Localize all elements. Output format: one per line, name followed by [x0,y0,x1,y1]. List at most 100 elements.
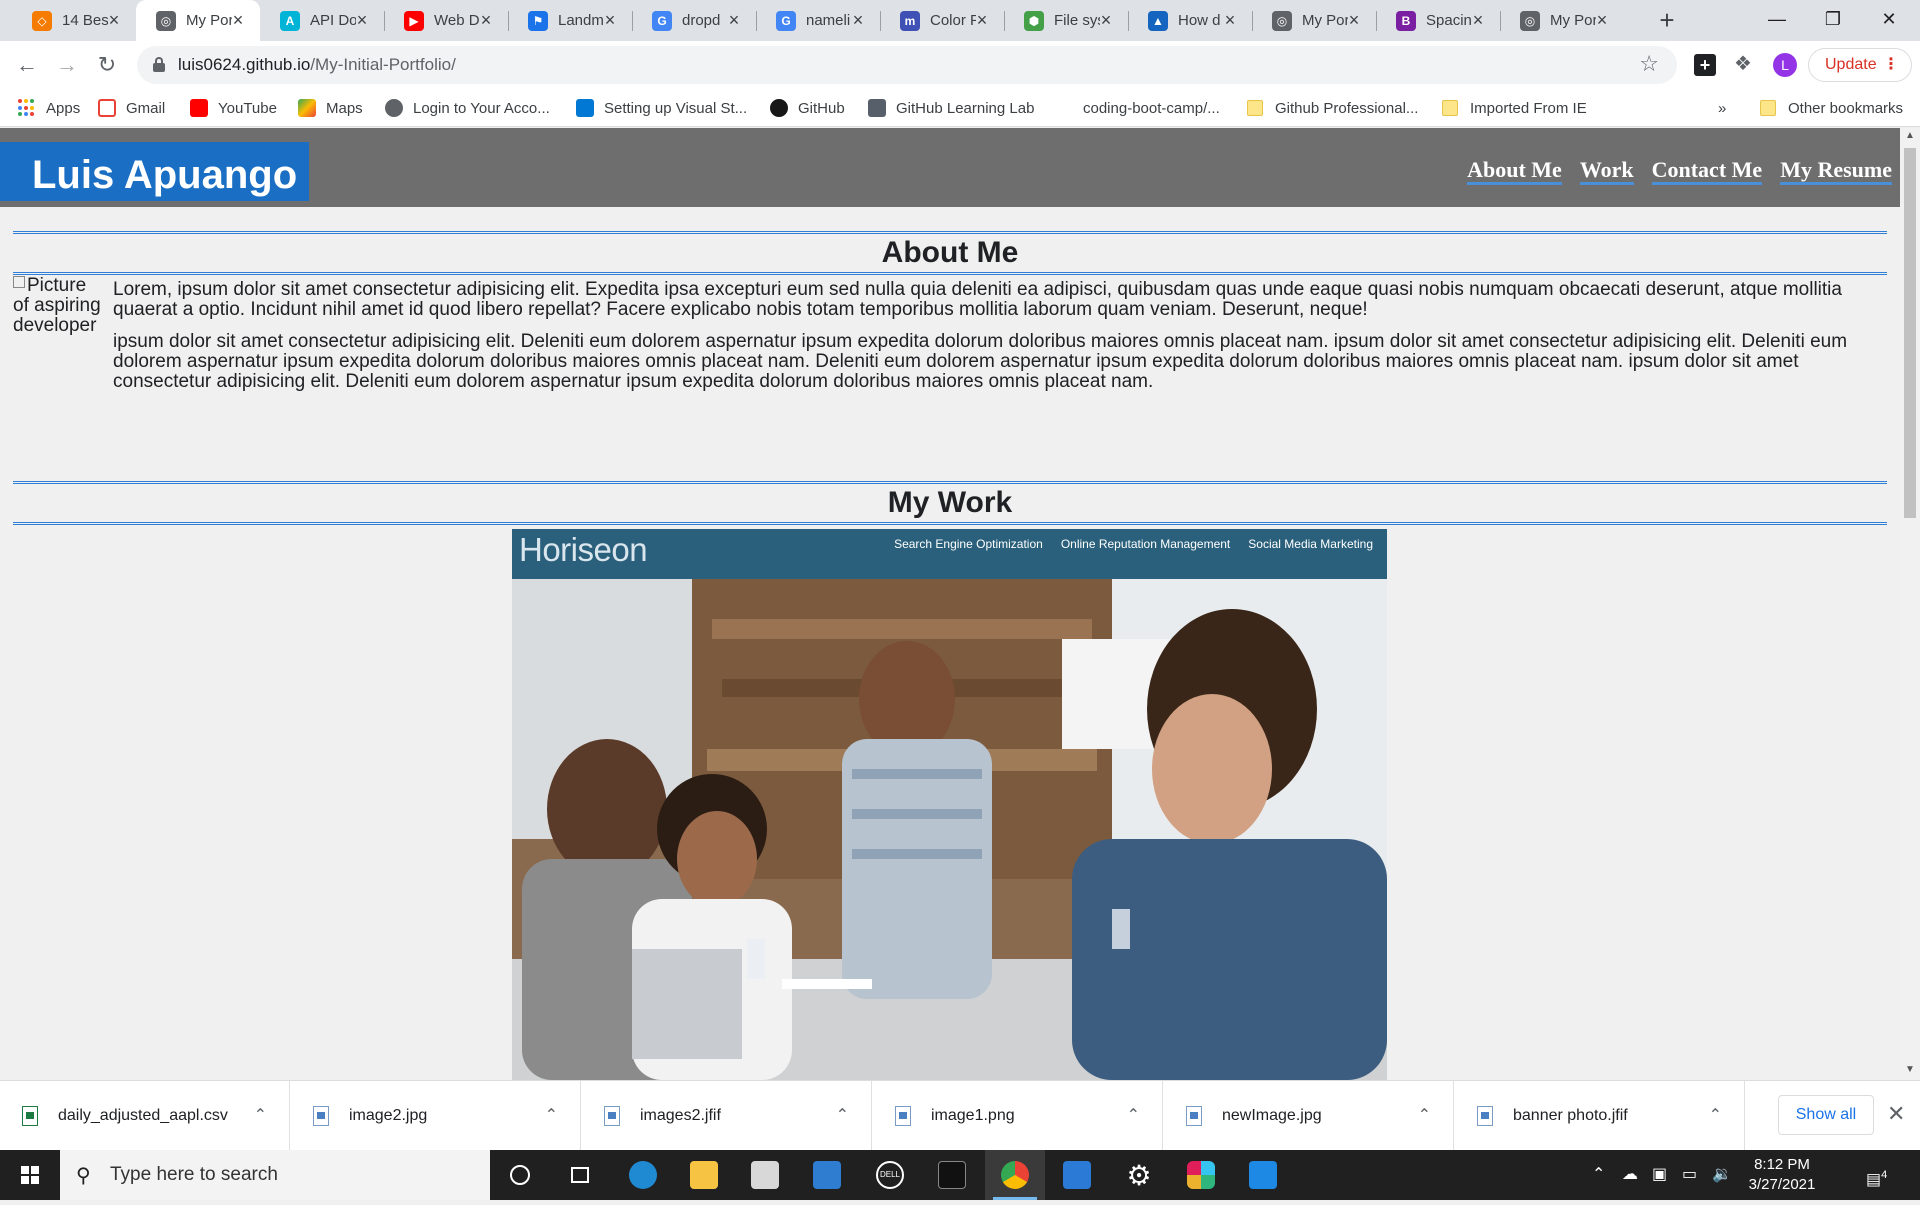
forward-button[interactable]: → [52,51,82,81]
bookmark-item[interactable]: GitHub Learning Lab [868,89,1034,127]
close-tab-icon[interactable]: × [724,10,744,30]
system-clock[interactable]: 8:12 PM 3/27/2021 [1742,1155,1822,1195]
chevron-up-icon[interactable]: ⌃ [1127,1105,1140,1125]
bookmark-item[interactable]: GitHub [770,89,845,127]
close-tab-icon[interactable]: × [1344,10,1364,30]
download-filename: image1.png [931,1107,1015,1124]
close-tab-icon[interactable]: × [972,10,992,30]
bookmarks-overflow-button[interactable]: » [1718,89,1726,127]
close-tab-icon[interactable]: × [1220,10,1240,30]
security-icon[interactable]: ▣ [1652,1150,1667,1200]
browser-tab[interactable]: ◇ 14 Best × [12,0,136,41]
battery-icon[interactable]: ▭ [1682,1150,1697,1200]
download-item[interactable]: images2.jfif ⌃ [582,1081,872,1151]
bookmark-item[interactable]: Setting up Visual St... [576,89,747,127]
extensions-puzzle-icon[interactable]: ❖ [1734,51,1752,76]
store-icon[interactable] [735,1150,795,1200]
mail-icon[interactable] [797,1150,857,1200]
nav-link-work[interactable]: Work [1579,158,1634,185]
dell-icon[interactable]: DELL [860,1150,920,1200]
bookmark-item[interactable]: Other bookmarks [1760,89,1903,127]
download-item[interactable]: banner photo.jfif ⌃ [1455,1081,1745,1151]
file-explorer-icon[interactable] [674,1150,734,1200]
bookmark-item[interactable]: Login to Your Acco... [385,89,550,127]
browser-tab[interactable]: ◎ My Por × [136,0,260,41]
terminal-icon[interactable] [922,1150,982,1200]
chevron-up-icon[interactable]: ⌃ [1709,1105,1722,1125]
chevron-up-icon[interactable]: ⌃ [836,1105,849,1125]
reload-button[interactable]: ↻ [92,51,122,81]
close-tab-icon[interactable]: × [104,10,124,30]
close-window-button[interactable]: ✕ [1866,0,1912,40]
browser-tab[interactable]: Gnameli × [756,0,880,41]
minimize-window-button[interactable]: — [1754,0,1800,40]
browser-tab[interactable]: ◎ My Por × [1252,0,1376,41]
back-button[interactable]: ← [12,51,42,81]
browser-tab[interactable]: ▲ How d × [1128,0,1252,41]
download-item[interactable]: daily_adjusted_aapl.csv ⌃ [0,1081,290,1151]
notepad-icon[interactable] [1047,1150,1107,1200]
bookmark-item[interactable]: YouTube [190,89,277,127]
bookmark-star-icon[interactable]: ☆ [1639,51,1659,77]
taskbar-search-box[interactable]: ⚲ Type here to search [60,1150,490,1200]
chevron-up-icon[interactable]: ⌃ [254,1105,267,1125]
notification-center-icon[interactable]: ▤4 [1866,1150,1887,1200]
browser-tab[interactable]: ⬢ File sys × [1004,0,1128,41]
bookmark-item[interactable]: Imported From IE [1442,89,1587,127]
browser-tab[interactable]: ⚑ Landm × [508,0,632,41]
edge-icon[interactable] [613,1150,673,1200]
slack-icon[interactable] [1171,1150,1231,1200]
close-tab-icon[interactable]: × [1096,10,1116,30]
close-tab-icon[interactable]: × [1468,10,1488,30]
bookmark-item[interactable]: Apps [18,89,80,127]
chevron-up-icon[interactable]: ⌃ [1418,1105,1431,1125]
nav-link-contact-me[interactable]: Contact Me [1651,158,1763,185]
bookmark-item[interactable]: Github Professional... [1247,89,1418,127]
photos-icon[interactable] [1233,1150,1293,1200]
download-item[interactable]: image1.png ⌃ [873,1081,1163,1151]
bookmark-item[interactable]: Maps [298,89,363,127]
download-item[interactable]: image2.jpg ⌃ [291,1081,581,1151]
bookmark-item[interactable]: coding-boot-camp/... [1083,89,1220,127]
close-tab-icon[interactable]: × [352,10,372,30]
restore-window-button[interactable]: ❐ [1810,0,1856,40]
project-screenshot-horiseon[interactable]: Horiseon Search Engine Optimization Onli… [512,529,1387,1080]
bookmark-item[interactable]: Gmail [98,89,165,127]
task-view-icon[interactable] [550,1150,610,1200]
scrollbar-thumb[interactable] [1904,148,1916,518]
browser-tab[interactable]: m Color F × [880,0,1004,41]
address-bar[interactable]: luis0624.github.io/My-Initial-Portfolio/… [137,46,1677,84]
new-tab-button[interactable]: + [1654,7,1680,34]
download-item[interactable]: newImage.jpg ⌃ [1164,1081,1454,1151]
close-tab-icon[interactable]: × [1592,10,1612,30]
close-tab-icon[interactable]: × [848,10,868,30]
scroll-down-icon[interactable]: ▼ [1904,1064,1916,1075]
browser-tab[interactable]: Gdropd × [632,0,756,41]
page-scrollbar[interactable]: ▲ ▼ [1900,128,1920,1080]
update-button[interactable]: Update ⋮ [1808,48,1912,82]
close-tab-icon[interactable]: × [476,10,496,30]
profile-avatar[interactable]: L [1773,53,1797,77]
settings-gear-icon[interactable]: ⚙ [1109,1150,1169,1200]
extension-plus-icon[interactable]: + [1694,54,1716,76]
cortana-icon[interactable] [490,1150,550,1200]
onedrive-icon[interactable]: ☁ [1622,1150,1638,1200]
volume-icon[interactable]: 🔉 [1712,1150,1732,1200]
lock-icon[interactable] [153,57,165,72]
chrome-icon[interactable] [985,1150,1045,1200]
browser-tab[interactable]: B Spacin × [1376,0,1500,41]
browser-tab[interactable]: ◎ My Por × [1500,0,1624,41]
close-tab-icon[interactable]: × [600,10,620,30]
browser-tab[interactable]: ▶ Web D × [384,0,508,41]
scroll-up-icon[interactable]: ▲ [1904,130,1916,141]
start-button[interactable] [0,1150,60,1200]
browser-tab[interactable]: A API Do × [260,0,384,41]
show-all-downloads-button[interactable]: Show all [1778,1095,1874,1135]
url-text[interactable]: luis0624.github.io/My-Initial-Portfolio/ [178,55,456,75]
nav-link-about-me[interactable]: About Me [1467,158,1562,185]
nav-link-my-resume[interactable]: My Resume [1780,158,1892,185]
chevron-up-icon[interactable]: ⌃ [545,1105,558,1125]
tray-overflow-icon[interactable]: ⌃ [1592,1150,1605,1200]
close-download-shelf-icon[interactable]: ✕ [1887,1101,1905,1127]
close-tab-icon[interactable]: × [228,10,248,30]
